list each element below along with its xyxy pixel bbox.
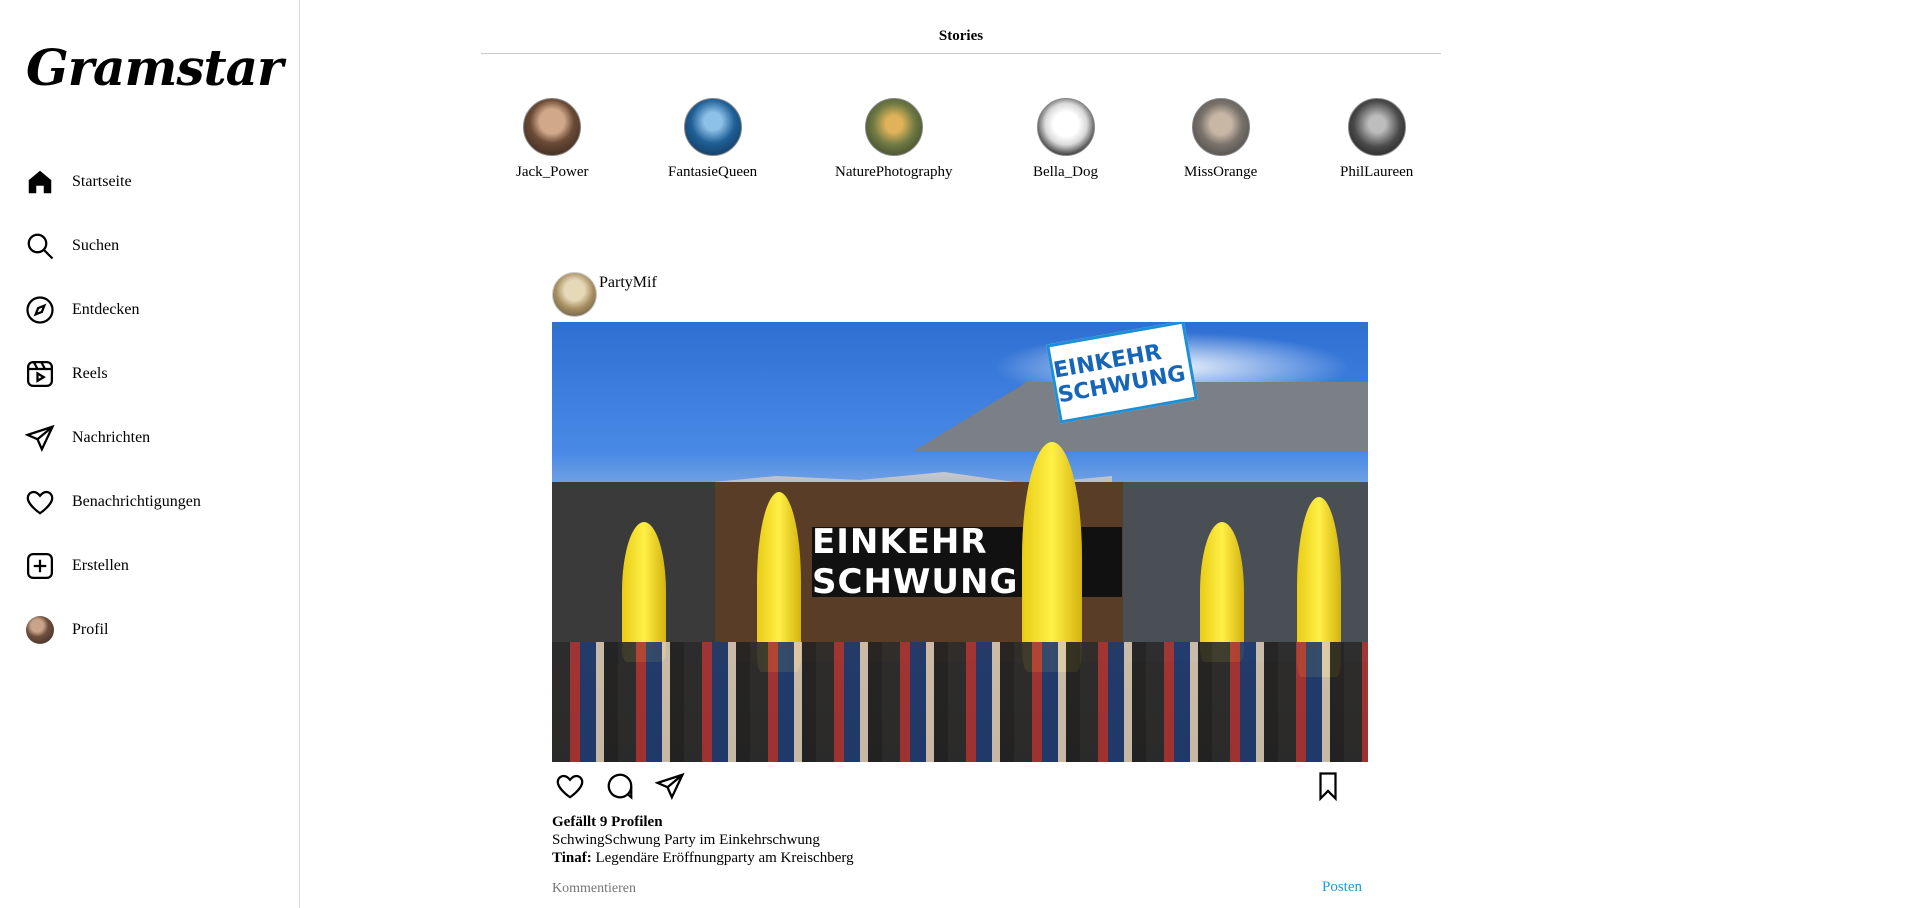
sidebar-item-label: Reels bbox=[72, 365, 108, 382]
post-actions bbox=[552, 762, 1368, 810]
story-item[interactable]: PhilLaureen bbox=[1340, 98, 1413, 181]
feed-post: PartyMif EINKEHR SCHWUNG EINKEHR SCHWUNG… bbox=[552, 272, 1368, 899]
story-item[interactable]: FantasieQueen bbox=[668, 98, 757, 181]
sidebar-item-label: Benachrichtigungen bbox=[72, 493, 201, 510]
post-caption: SchwingSchwung Party im Einkehrschwung bbox=[552, 832, 820, 848]
send-icon bbox=[24, 422, 56, 454]
story-avatar bbox=[523, 98, 582, 156]
story-avatar bbox=[1347, 98, 1406, 156]
sidebar-item-label: Suchen bbox=[72, 237, 120, 254]
comment-text: Legendäre Eröffnungparty am Kreischberg bbox=[591, 850, 854, 866]
story-avatar bbox=[864, 98, 923, 156]
like-heart-icon[interactable] bbox=[552, 768, 588, 804]
post-author-avatar[interactable] bbox=[552, 272, 597, 317]
app-logo[interactable]: Gramstar bbox=[26, 38, 283, 97]
stories-section: Stories Jack_Power FantasieQueen NatureP… bbox=[481, 28, 1441, 180]
bookmark-icon[interactable] bbox=[1310, 768, 1346, 804]
story-name: PhilLaureen bbox=[1340, 164, 1414, 180]
sidebar-item-profile[interactable]: Profil bbox=[24, 598, 284, 662]
story-avatar bbox=[1036, 98, 1095, 156]
post-comment-button[interactable]: Posten bbox=[1322, 879, 1362, 899]
sidebar-item-label: Erstellen bbox=[72, 557, 129, 574]
story-avatar bbox=[1191, 98, 1250, 156]
heart-icon bbox=[24, 486, 56, 518]
home-icon bbox=[24, 166, 56, 198]
search-icon bbox=[24, 230, 56, 262]
avatar bbox=[24, 614, 56, 646]
story-item[interactable]: Bella_Dog bbox=[1033, 98, 1098, 181]
comment-author[interactable]: Tinaf: bbox=[552, 850, 592, 866]
comment-input[interactable] bbox=[552, 879, 1152, 899]
post-header: PartyMif bbox=[552, 272, 1368, 322]
share-send-icon[interactable] bbox=[652, 768, 688, 804]
story-avatar bbox=[683, 98, 742, 156]
plus-square-icon bbox=[24, 550, 56, 582]
sidebar-item-label: Entdecken bbox=[72, 301, 140, 318]
story-name: MissOrange bbox=[1184, 164, 1258, 180]
story-name: Bella_Dog bbox=[1033, 164, 1098, 180]
sidebar-item-label: Profil bbox=[72, 621, 109, 638]
story-item[interactable]: Jack_Power bbox=[516, 98, 588, 181]
image-crowd bbox=[552, 642, 1368, 762]
nav-menu: Startseite Suchen Entdecken Reels Nachri… bbox=[24, 150, 284, 662]
reels-icon bbox=[24, 358, 56, 390]
sidebar-item-explore[interactable]: Entdecken bbox=[24, 278, 284, 342]
post-author-name[interactable]: PartyMif bbox=[599, 274, 657, 292]
image-umbrella bbox=[622, 522, 666, 662]
sidebar-item-label: Startseite bbox=[72, 173, 132, 190]
sidebar: Gramstar Startseite Suchen Entdecken Ree… bbox=[0, 0, 300, 908]
comment-icon[interactable] bbox=[602, 768, 638, 804]
post-image[interactable]: EINKEHR SCHWUNG EINKEHR SCHWUNG bbox=[552, 322, 1368, 762]
story-name: Jack_Power bbox=[516, 164, 589, 180]
sidebar-item-messages[interactable]: Nachrichten bbox=[24, 406, 284, 470]
sidebar-item-label: Nachrichten bbox=[72, 429, 151, 446]
story-name: FantasieQueen bbox=[668, 164, 758, 180]
sidebar-item-search[interactable]: Suchen bbox=[24, 214, 284, 278]
story-item[interactable]: MissOrange bbox=[1184, 98, 1257, 181]
sidebar-item-reels[interactable]: Reels bbox=[24, 342, 284, 406]
sidebar-item-home[interactable]: Startseite bbox=[24, 150, 284, 214]
sidebar-item-notifications[interactable]: Benachrichtigungen bbox=[24, 470, 284, 534]
comment-form: Posten bbox=[552, 879, 1368, 899]
stories-list: Jack_Power FantasieQueen NaturePhotograp… bbox=[481, 98, 1441, 188]
image-umbrella bbox=[1022, 442, 1082, 672]
story-name: NaturePhotography bbox=[835, 164, 953, 180]
stories-title: Stories bbox=[481, 28, 1441, 54]
image-umbrella bbox=[1200, 522, 1244, 662]
post-comment: Tinaf: Legendäre Eröffnungparty am Kreis… bbox=[552, 849, 1368, 867]
story-item[interactable]: NaturePhotography bbox=[835, 98, 952, 181]
likes-count[interactable]: Gefällt 9 Profilen bbox=[552, 814, 1368, 831]
sidebar-item-create[interactable]: Erstellen bbox=[24, 534, 284, 598]
compass-icon bbox=[24, 294, 56, 326]
